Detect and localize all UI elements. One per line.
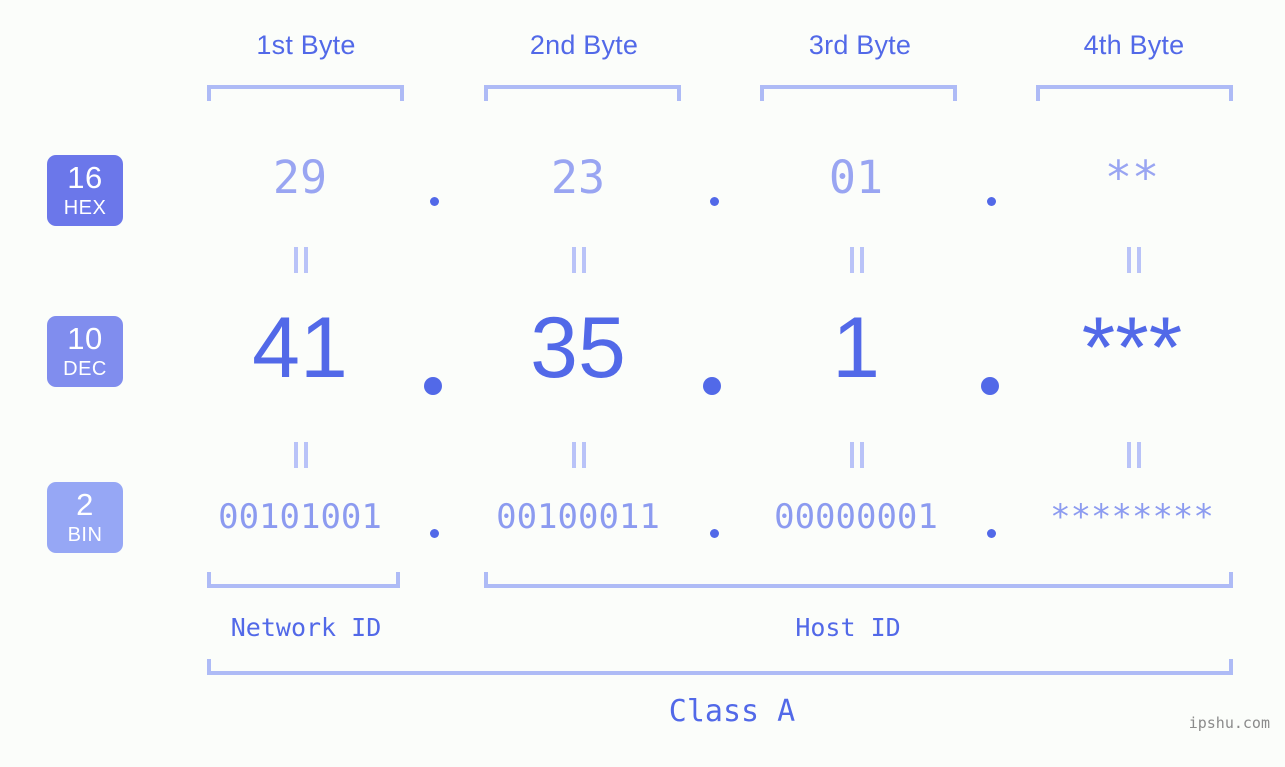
bin-byte-4: ********: [1050, 497, 1214, 537]
hex-separator-2: [710, 197, 719, 206]
hex-byte-3: 01: [828, 151, 884, 204]
bin-byte-3: 00000001: [774, 497, 938, 537]
dec-byte-2: 35: [530, 300, 626, 396]
bin-separator-3: [987, 529, 996, 538]
byte-bracket-3: [760, 85, 957, 101]
network-id-label: Network ID: [230, 613, 382, 642]
base-badge-bin: 2 BIN: [47, 482, 123, 553]
dec-separator-3: [981, 377, 999, 395]
class-bracket: [207, 659, 1233, 675]
byte-bracket-1: [207, 85, 404, 101]
equals-marker-dec-bin-3: [850, 442, 864, 468]
base-badge-dec: 10 DEC: [47, 316, 123, 387]
host-id-label: Host ID: [795, 613, 901, 642]
base-badge-bin-number: 2: [76, 487, 94, 522]
host-id-bracket: [484, 572, 1233, 588]
dec-byte-3: 1: [832, 300, 880, 396]
equals-marker-hex-dec-4: [1127, 247, 1141, 273]
hex-byte-2: 23: [550, 151, 606, 204]
equals-marker-dec-bin-2: [572, 442, 586, 468]
base-badge-dec-name: DEC: [63, 358, 107, 380]
byte-header-4: 4th Byte: [1083, 30, 1185, 60]
byte-header-1: 1st Byte: [256, 30, 356, 60]
equals-marker-hex-dec-1: [294, 247, 308, 273]
hex-separator-1: [430, 197, 439, 206]
bin-separator-2: [710, 529, 719, 538]
base-badge-dec-number: 10: [67, 321, 103, 356]
dec-byte-4: ***: [1081, 300, 1183, 396]
byte-bracket-4: [1036, 85, 1233, 101]
equals-marker-hex-dec-3: [850, 247, 864, 273]
byte-header-3: 3rd Byte: [808, 30, 912, 60]
base-badge-hex: 16 HEX: [47, 155, 123, 226]
ip-address-breakdown-diagram: 1st Byte 2nd Byte 3rd Byte 4th Byte 16 H…: [0, 0, 1285, 767]
base-badge-hex-name: HEX: [63, 197, 107, 219]
dec-separator-2: [703, 377, 721, 395]
base-badge-hex-number: 16: [67, 160, 103, 195]
class-label: Class A: [668, 694, 796, 729]
dec-byte-1: 41: [252, 300, 348, 396]
byte-bracket-2: [484, 85, 681, 101]
base-badge-bin-name: BIN: [67, 524, 103, 546]
equals-marker-dec-bin-4: [1127, 442, 1141, 468]
equals-marker-hex-dec-2: [572, 247, 586, 273]
network-id-bracket: [207, 572, 400, 588]
site-watermark: ipshu.com: [1188, 714, 1270, 732]
hex-byte-1: 29: [272, 151, 328, 204]
dec-separator-1: [424, 377, 442, 395]
hex-byte-4: **: [1104, 151, 1160, 204]
bin-separator-1: [430, 529, 439, 538]
bin-byte-2: 00100011: [496, 497, 660, 537]
equals-marker-dec-bin-1: [294, 442, 308, 468]
hex-separator-3: [987, 197, 996, 206]
bin-byte-1: 00101001: [218, 497, 382, 537]
byte-header-2: 2nd Byte: [529, 30, 639, 60]
